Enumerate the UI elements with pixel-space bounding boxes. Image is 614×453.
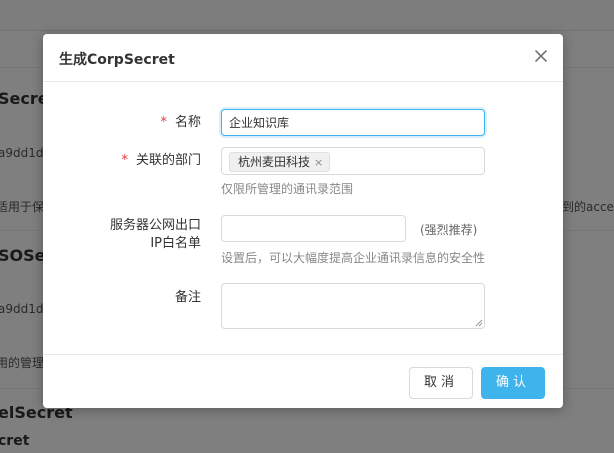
ip-recommend-note: (强烈推荐) [420,223,478,237]
ip-label: 服务器公网出口 IP白名单 [110,217,201,253]
name-label: * 名称 [160,115,201,130]
cancel-button[interactable]: 取消 [409,367,473,399]
required-mark: * [160,115,167,130]
dept-tag-label: 杭州麦田科技 [238,155,311,169]
name-input[interactable] [221,109,485,136]
ip-label-line2: IP白名单 [150,236,201,251]
confirm-button[interactable]: 确认 [481,367,545,399]
dialog-header: 生成CorpSecret [43,34,563,82]
dept-tag: 杭州麦田科技 × [229,152,331,172]
dialog-footer: 取消 确认 [43,354,563,409]
dept-label: * 关联的部门 [121,153,201,168]
ip-hint: 设置后，可以大幅度提高企业通讯录信息的安全性 [221,251,486,265]
dialog-title: 生成CorpSecret [59,52,175,68]
required-mark: * [121,153,128,168]
remark-textarea[interactable] [221,283,485,329]
dept-hint: 仅限所管理的通讯录范围 [221,182,354,196]
generate-secret-dialog: 生成CorpSecret *名称 *关联的部门 杭州麦田科技× 仅限所管理的通讯… [43,34,563,408]
dept-select[interactable]: 杭州麦田科技 × [221,147,485,175]
close-icon[interactable] [533,48,549,64]
resize-grip-icon[interactable] [475,319,483,327]
ip-whitelist-input[interactable] [221,215,406,242]
remark-label: 备注 [174,290,201,305]
ip-label-line1: 服务器公网出口 [109,218,201,233]
tag-close-icon[interactable]: × [314,154,323,172]
